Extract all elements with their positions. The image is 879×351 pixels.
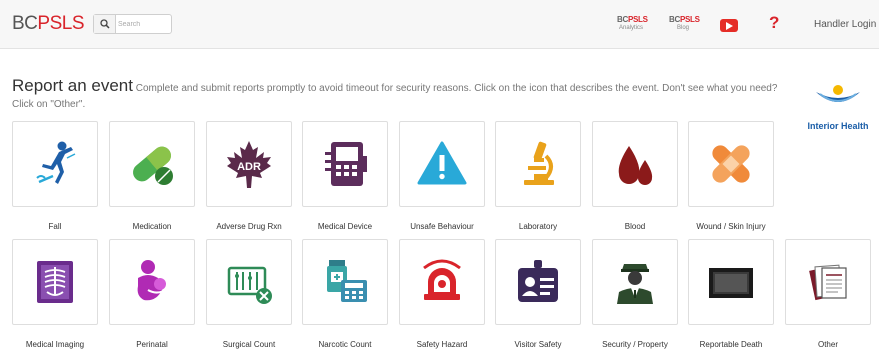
brand-bc: BC: [12, 13, 38, 34]
tile-wound-skin-injury[interactable]: [688, 121, 774, 207]
handler-login-link[interactable]: Handler Login: [814, 19, 876, 30]
tile-unsafe-behaviour[interactable]: [399, 121, 485, 207]
tile-fall[interactable]: [12, 121, 98, 207]
label-reportable-death: Reportable Death: [699, 340, 763, 349]
search-icon: [99, 19, 110, 29]
label-surgical-count: Surgical Count: [222, 340, 276, 349]
help-icon[interactable]: ?: [769, 14, 779, 32]
youtube-icon[interactable]: [720, 19, 738, 32]
medical-device-icon: [325, 142, 367, 186]
analytics-link[interactable]: BCPSLS Analytics: [617, 16, 648, 32]
tile-medical-device[interactable]: [302, 121, 388, 207]
tile-surgical-count[interactable]: [206, 239, 292, 325]
blood-drop-icon: [618, 146, 653, 185]
calculator-bottle-icon: [327, 260, 367, 302]
surgical-tools-icon: [227, 266, 272, 304]
security-guard-icon: [617, 264, 653, 304]
interior-health-logo: Interior Health: [798, 82, 878, 131]
search-button[interactable]: [94, 15, 116, 33]
label-unsafe-behaviour: Unsafe Behaviour: [410, 222, 474, 231]
label-perinatal: Perinatal: [136, 340, 168, 349]
blog-title-a: BC: [669, 15, 680, 24]
fall-icon: [36, 141, 76, 184]
analytics-title-a: BC: [617, 15, 628, 24]
page-header: Report an event Complete and submit repo…: [12, 76, 782, 113]
tile-reportable-death[interactable]: [688, 239, 774, 325]
pill-icon: [133, 146, 173, 185]
tile-medication[interactable]: [109, 121, 195, 207]
interior-health-icon: [816, 85, 860, 102]
tile-visitor-safety[interactable]: [495, 239, 581, 325]
label-security-property: Security / Property: [602, 340, 668, 349]
tile-adverse-drug-rxn[interactable]: ADR: [206, 121, 292, 207]
label-safety-hazard: Safety Hazard: [416, 340, 468, 349]
siren-icon: [423, 259, 461, 300]
blog-sub: Blog: [677, 25, 690, 31]
label-adverse-drug-rxn: Adverse Drug Rxn: [216, 222, 282, 231]
label-wound-skin-injury: Wound / Skin Injury: [696, 222, 766, 231]
tile-laboratory[interactable]: [495, 121, 581, 207]
interior-health-text: Interior Health: [807, 121, 869, 131]
page-title: Report an event: [12, 76, 133, 95]
warning-icon: [417, 141, 467, 185]
tile-security-property[interactable]: [592, 239, 678, 325]
label-other: Other: [817, 340, 838, 349]
id-badge-icon: [518, 260, 558, 302]
mother-baby-icon: [137, 260, 169, 301]
tile-medical-imaging[interactable]: [12, 239, 98, 325]
search-box: [93, 14, 172, 34]
analytics-title-b: PSLS: [627, 15, 648, 24]
tile-safety-hazard[interactable]: [399, 239, 485, 325]
label-medical-device: Medical Device: [317, 222, 373, 231]
label-laboratory: Laboratory: [518, 222, 558, 231]
black-frame-icon: [709, 268, 753, 298]
brand-logo[interactable]: BCPSLS: [12, 13, 84, 35]
tile-narcotic-count[interactable]: [302, 239, 388, 325]
label-blood: Blood: [624, 222, 646, 231]
maple-leaf-icon: ADR: [227, 141, 271, 188]
tile-perinatal[interactable]: [109, 239, 195, 325]
label-medical-imaging: Medical Imaging: [25, 340, 85, 349]
tile-blood[interactable]: [592, 121, 678, 207]
navbar: BCPSLS BCPSLS Analytics BCPSLS Blog ? Ha…: [0, 0, 879, 49]
search-input[interactable]: [118, 16, 168, 32]
documents-icon: [809, 264, 847, 301]
adr-label: ADR: [237, 161, 261, 173]
label-visitor-safety: Visitor Safety: [514, 340, 562, 349]
analytics-sub: Analytics: [619, 25, 644, 31]
bandage-icon: [712, 145, 750, 183]
brand-psls: PSLS: [37, 13, 84, 34]
label-medication: Medication: [132, 222, 172, 231]
xray-icon: [37, 261, 73, 303]
blog-link[interactable]: BCPSLS Blog: [669, 16, 700, 32]
label-fall: Fall: [48, 222, 62, 231]
blog-title-b: PSLS: [679, 15, 700, 24]
microscope-icon: [524, 141, 554, 185]
tile-other[interactable]: [785, 239, 871, 325]
label-narcotic-count: Narcotic Count: [318, 340, 372, 349]
